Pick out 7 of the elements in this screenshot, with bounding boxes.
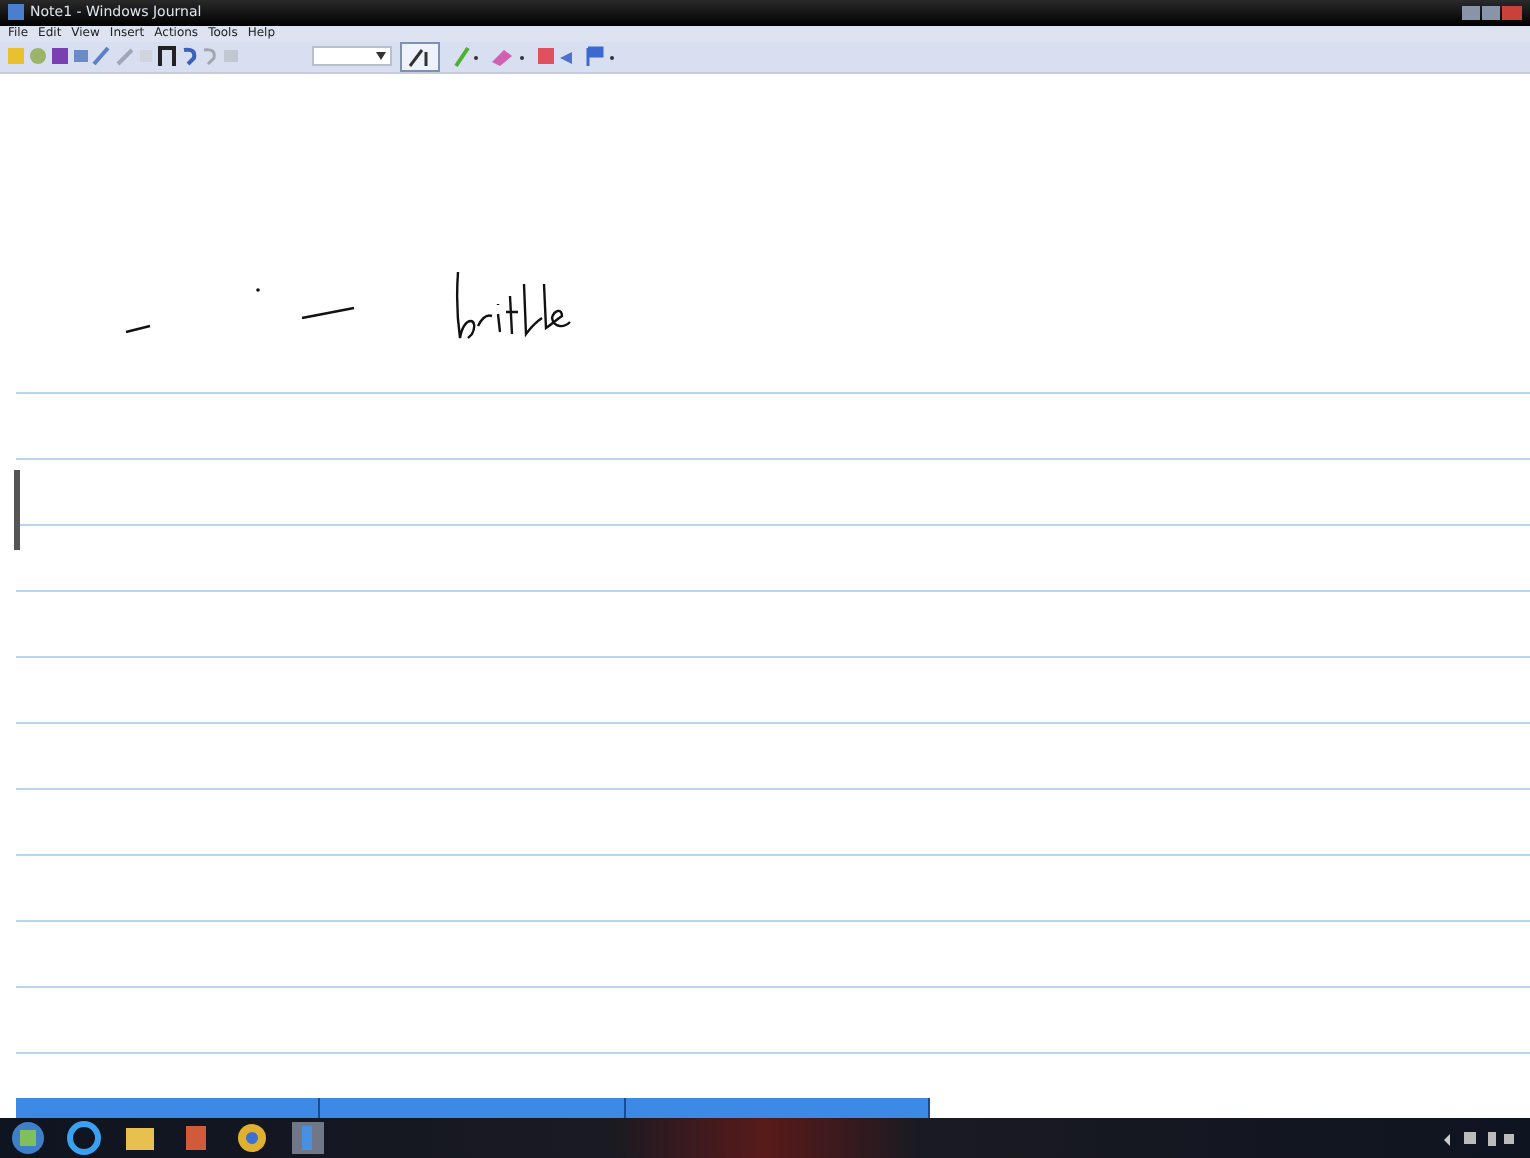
start-button[interactable] <box>10 1119 46 1156</box>
tray-icon[interactable] <box>1440 1127 1520 1148</box>
zoom-dropdown[interactable] <box>312 46 392 67</box>
window-controls-icon <box>1462 3 1522 22</box>
caret-icon <box>376 52 386 61</box>
pen-icon <box>406 45 434 68</box>
pen-button[interactable] <box>400 41 440 72</box>
